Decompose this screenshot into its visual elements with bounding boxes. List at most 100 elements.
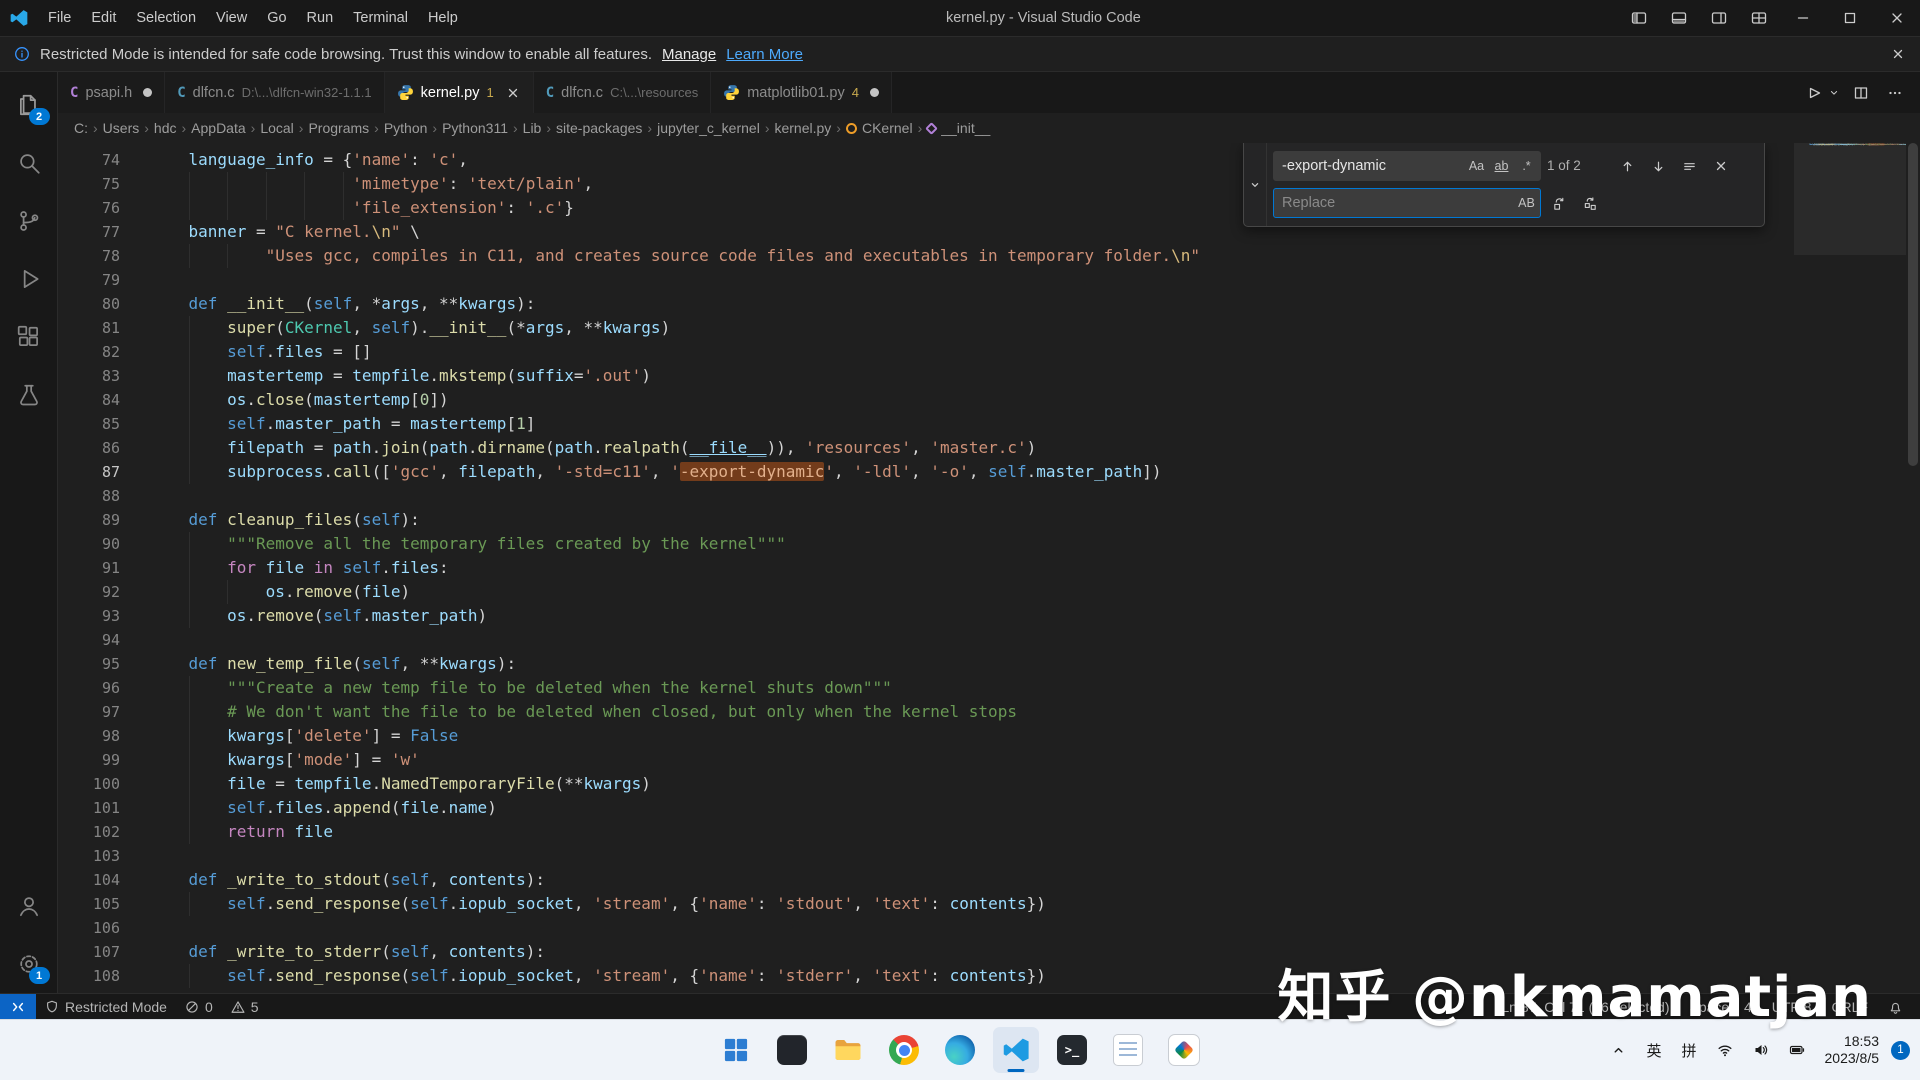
tab-close-icon[interactable]	[505, 85, 521, 101]
split-editor-icon[interactable]	[1846, 78, 1876, 108]
preserve-case-toggle[interactable]: AB	[1515, 192, 1538, 215]
toggle-secondary-sidebar-icon[interactable]	[1699, 0, 1739, 36]
status-notifications[interactable]	[1879, 994, 1912, 1020]
run-file-icon[interactable]	[1798, 78, 1828, 108]
breadcrumb-item-C[interactable]: C:	[74, 120, 88, 136]
activity-run-debug[interactable]	[1, 250, 57, 308]
tab-psapi.h[interactable]: Cpsapi.h	[58, 72, 165, 113]
tab-dlfcn.c[interactable]: Cdlfcn.cC:\...\resources	[534, 72, 712, 113]
clock[interactable]: 18:53 2023/8/5	[1819, 1033, 1880, 1067]
tray-overflow-icon[interactable]	[1605, 1030, 1632, 1070]
maximize-button[interactable]	[1826, 0, 1873, 36]
find-results-count: 1 of 2	[1547, 154, 1609, 178]
status-restricted-mode[interactable]: Restricted Mode	[36, 994, 176, 1020]
menu-edit[interactable]: Edit	[81, 0, 126, 36]
find-collapse-toggle[interactable]	[1244, 143, 1267, 226]
find-in-selection-icon[interactable]	[1677, 154, 1702, 179]
toggle-panel-icon[interactable]	[1659, 0, 1699, 36]
code-editor[interactable]: 74 language_info = {'name': 'c',75 'mime…	[58, 143, 1920, 993]
volume-icon[interactable]	[1747, 1030, 1775, 1070]
whole-word-toggle[interactable]: ab	[1490, 155, 1513, 178]
replace-input[interactable]	[1280, 194, 1515, 212]
breadcrumb-item-__init__[interactable]: __init__	[927, 120, 990, 136]
modified-dot-icon[interactable]	[870, 88, 879, 97]
activity-settings[interactable]: 1	[1, 935, 57, 993]
taskbar-explorer-icon[interactable]	[825, 1027, 871, 1073]
breadcrumb-item-Lib[interactable]: Lib	[523, 120, 542, 136]
manage-link[interactable]: Manage	[662, 46, 716, 63]
notification-badge[interactable]: 1	[1891, 1041, 1910, 1060]
find-input[interactable]	[1280, 157, 1465, 175]
breadcrumb-item-jupyter_c_kernel[interactable]: jupyter_c_kernel	[657, 120, 760, 136]
breadcrumb-item-kernelpy[interactable]: kernel.py	[774, 120, 831, 136]
status-errors[interactable]: 0	[176, 994, 222, 1020]
menu-terminal[interactable]: Terminal	[343, 0, 418, 36]
menu-selection[interactable]: Selection	[126, 0, 206, 36]
breadcrumb-item-hdc[interactable]: hdc	[154, 120, 177, 136]
close-button[interactable]	[1873, 0, 1920, 36]
tab-dlfcn.c[interactable]: Cdlfcn.cD:\...\dlfcn-win32-1.1.1	[165, 72, 384, 113]
menu-go[interactable]: Go	[257, 0, 296, 36]
minimize-button[interactable]	[1779, 0, 1826, 36]
toggle-sidebar-icon[interactable]	[1619, 0, 1659, 36]
status-remote[interactable]	[0, 994, 36, 1020]
tab-kernel.py[interactable]: kernel.py1	[385, 72, 534, 113]
breadcrumb-item-Users[interactable]: Users	[103, 120, 140, 136]
activity-search[interactable]	[1, 134, 57, 192]
line-number: 107	[58, 940, 120, 964]
breadcrumb-item-CKernel[interactable]: CKernel	[846, 120, 913, 136]
taskbar-edge-icon[interactable]	[937, 1027, 983, 1073]
taskbar-photos-icon[interactable]	[1161, 1027, 1207, 1073]
battery-icon[interactable]	[1783, 1030, 1811, 1070]
replace-all-icon[interactable]	[1578, 191, 1603, 216]
more-actions-icon[interactable]	[1880, 78, 1910, 108]
activity-source-control[interactable]	[1, 192, 57, 250]
breadcrumb-item-Programs[interactable]: Programs	[308, 120, 369, 136]
line-number: 84	[58, 388, 120, 412]
tab-matplotlib01.py[interactable]: matplotlib01.py4	[711, 72, 892, 113]
run-dropdown-icon[interactable]	[1826, 78, 1842, 108]
activity-accounts[interactable]	[1, 877, 57, 935]
close-find-icon[interactable]	[1708, 154, 1733, 179]
regex-toggle[interactable]: .*	[1515, 155, 1538, 178]
workbench: 2 1 Cpsapi.hCdlfcn.cD:\...\dlfcn-win32-1.…	[0, 72, 1920, 993]
code-line-94: 94	[58, 628, 1790, 652]
breadcrumb-item-sitepackages[interactable]: site-packages	[556, 120, 642, 136]
previous-match-icon[interactable]	[1615, 154, 1640, 179]
activity-extensions[interactable]	[1, 308, 57, 366]
c-file-icon: C	[70, 85, 78, 101]
taskbar-start-icon[interactable]	[713, 1027, 759, 1073]
breadcrumb-item-Python[interactable]: Python	[384, 120, 428, 136]
ime-mode-indicator[interactable]: 英	[1640, 1030, 1667, 1070]
taskbar-dark-app-icon[interactable]	[769, 1027, 815, 1073]
breadcrumb-item-Local[interactable]: Local	[260, 120, 293, 136]
code-line-102: 102 return file	[58, 820, 1790, 844]
activity-explorer[interactable]: 2	[1, 76, 57, 134]
breadcrumb-item-AppData[interactable]: AppData	[191, 120, 245, 136]
breadcrumb-item-Python311[interactable]: Python311	[442, 120, 508, 136]
minimap[interactable]: language_info = {'name': 'c', 'mimetype'…	[1794, 143, 1906, 993]
status-warnings[interactable]: 5	[222, 994, 268, 1020]
learn-more-link[interactable]: Learn More	[726, 46, 803, 63]
next-match-icon[interactable]	[1646, 154, 1671, 179]
activity-testing[interactable]	[1, 366, 57, 424]
status-label: Restricted Mode	[65, 999, 167, 1015]
menu-help[interactable]: Help	[418, 0, 468, 36]
modified-dot-icon[interactable]	[143, 88, 152, 97]
match-case-toggle[interactable]: Aa	[1465, 155, 1488, 178]
menu-run[interactable]: Run	[297, 0, 344, 36]
taskbar-notepad-icon[interactable]	[1105, 1027, 1151, 1073]
banner-close-icon[interactable]	[1890, 46, 1906, 62]
menu-view[interactable]: View	[206, 0, 257, 36]
taskbar-terminal-icon[interactable]: >_	[1049, 1027, 1095, 1073]
taskbar-vscode-icon[interactable]	[993, 1027, 1039, 1073]
scrollbar[interactable]	[1906, 143, 1920, 993]
ime-pinyin-indicator[interactable]: 拼	[1675, 1030, 1702, 1070]
replace-icon[interactable]	[1547, 191, 1572, 216]
scrollbar-thumb[interactable]	[1908, 143, 1918, 466]
editor-actions	[1798, 72, 1920, 113]
wifi-icon[interactable]	[1711, 1030, 1739, 1070]
taskbar-chrome-icon[interactable]	[881, 1027, 927, 1073]
menu-file[interactable]: File	[38, 0, 81, 36]
customize-layout-icon[interactable]	[1739, 0, 1779, 36]
